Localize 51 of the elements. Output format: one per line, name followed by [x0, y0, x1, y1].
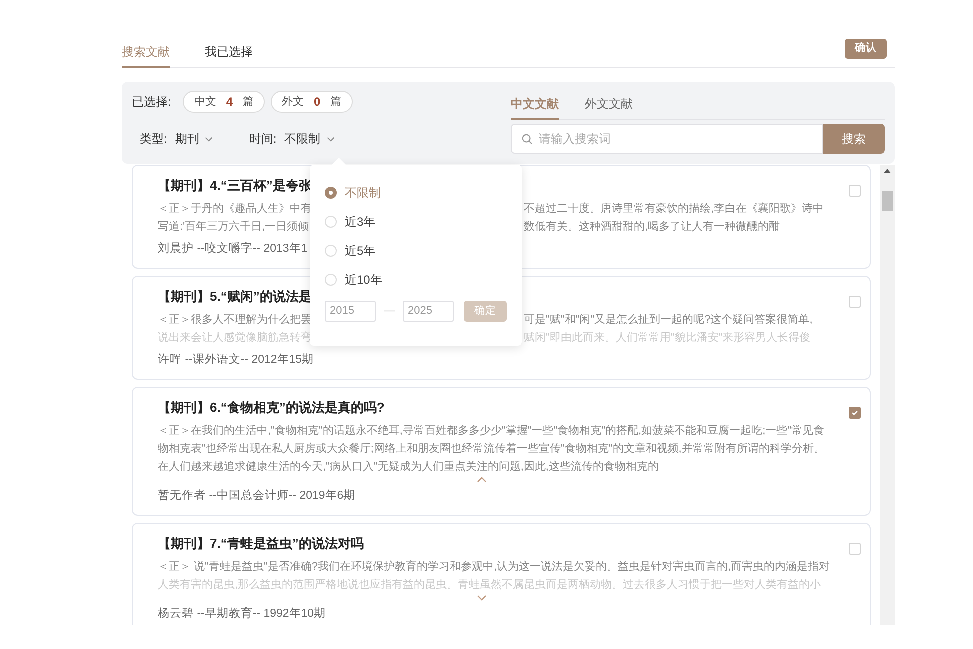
count-chip[interactable]: 中文 4 篇 — [183, 91, 266, 113]
chip-unit: 篇 — [330, 94, 342, 110]
result-meta: 许晖 --课外语文-- 2012年15期 — [158, 352, 314, 368]
abstract-text: ＜正＞在我们的生活中,"食物相克"的话题永不绝耳,寻常百姓都多多少少"掌握"一些"食物相克"的搭配,如菠菜不能和豆腐一起吃;一些"常见食 — [158, 424, 825, 439]
scrollbar[interactable] — [880, 165, 895, 625]
chip-lang: 中文 — [194, 94, 216, 110]
selected-label: 已选择: — [132, 94, 172, 111]
abstract-text: 数低有关。这种酒甜甜的,喝多了让人有一种微醺的酣 — [524, 220, 780, 235]
result-title[interactable]: 【期刊】6.“食物相克”的说法是真的吗? — [158, 398, 385, 418]
filter-label: 类型: — [140, 131, 168, 148]
radio-button[interactable] — [325, 274, 337, 286]
result-meta: 暂无作者 --中国总会计师-- 2019年6期 — [158, 488, 356, 504]
count-chip[interactable]: 外文 0 篇 — [271, 91, 353, 113]
abstract-text: 写道:'百年三万六千日,一日须倾 — [158, 220, 310, 235]
radio-button[interactable] — [325, 216, 337, 228]
abstract-text: 物相克表"也经常出现在私人厨房或大众餐厅;网络上和朋友圈也经常流传着一些宣传"食物相克"的文章和视频,并常常附有所谓的科学分析。 — [158, 442, 825, 457]
abstract-text: ＜正＞于丹的《趣品人生》中有 — [158, 202, 312, 217]
abstract-text: ＜正＞ 说"青蛙是益虫"是否准确?我们在环境保护教育的学习和参观中,认为这一说法是欠妥的。益虫是针对害虫而言的,而害虫的内涵是指对 — [158, 560, 830, 575]
scroll-thumb[interactable] — [882, 191, 893, 211]
filter-label: 时间: — [249, 131, 277, 148]
chevron-down-icon — [326, 136, 335, 142]
chip-count: 0 — [314, 94, 321, 111]
abstract-text: 可是"赋"和"闲"又是怎么扯到一起的呢?这个疑问答案很简单, — [524, 312, 813, 328]
radio-button[interactable] — [325, 186, 337, 198]
search-input[interactable]: 请输入搜索词 — [539, 130, 812, 148]
top-tab[interactable]: 我已选择 — [205, 38, 253, 68]
radio-button[interactable] — [325, 244, 337, 256]
chip-lang: 外文 — [282, 94, 304, 110]
filter-dropdown[interactable]: 期刊 — [175, 130, 214, 148]
time-option[interactable]: 近5年 — [325, 241, 522, 260]
filter-dropdown[interactable]: 不限制 — [284, 130, 335, 148]
search-field[interactable]: 请输入搜索词 — [511, 124, 823, 154]
language-tab[interactable]: 外文文献 — [585, 90, 633, 120]
chip-unit: 篇 — [243, 94, 254, 110]
abstract-text: 在人们越来越追求健康生活的今天,"病从口入"无疑成为人们重点关注的问题,因此,这些流传的食物相克的 — [158, 460, 659, 475]
expand-icon[interactable] — [477, 595, 487, 601]
chevron-down-icon — [205, 136, 214, 142]
collapse-icon[interactable] — [477, 477, 487, 483]
range-separator: — — [384, 304, 395, 320]
result-title[interactable]: 【期刊】7.“青蛙是益虫”的说法对吗 — [158, 534, 364, 554]
search-icon — [522, 134, 533, 144]
check-icon — [851, 409, 859, 417]
chip-count: 4 — [226, 94, 234, 111]
scroll-up-icon — [884, 169, 891, 173]
time-option[interactable]: 近10年 — [325, 270, 522, 289]
abstract-text: 不超过二十度。唐诗里常有豪饮的描绘,李白在《襄阳歌》诗中 — [524, 202, 824, 217]
result-meta: 杨云碧 --早期教育-- 1992年10期 — [158, 606, 326, 622]
result-title[interactable]: 【期刊】5.“赋闲”的说法是 — [158, 287, 312, 307]
result-meta: 刘晨护 --咬文嚼字-- 2013年1 — [158, 241, 308, 257]
select-checkbox[interactable] — [849, 407, 861, 419]
time-option[interactable]: 近3年 — [325, 212, 522, 231]
